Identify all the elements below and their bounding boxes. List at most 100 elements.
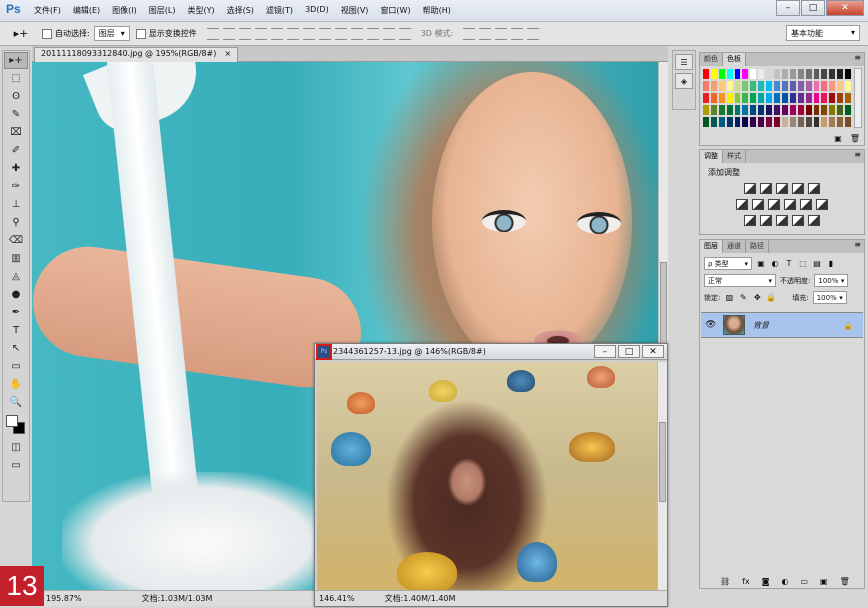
color-swatch[interactable] [773,104,781,116]
filter-smart-icon[interactable]: ▤ [812,259,822,269]
color-swatch[interactable] [836,80,845,92]
color-swatch[interactable] [757,104,766,116]
color-swatch[interactable] [836,68,845,80]
color-swatch[interactable] [788,116,797,128]
color-swatch[interactable] [725,92,734,104]
color-swatch[interactable] [749,104,758,116]
new-swatch-icon[interactable]: ▣ [834,134,842,143]
color-swatch[interactable] [765,80,774,92]
layer-kind-filter[interactable]: ρ 类型 ▾ [704,257,752,270]
color-swatch[interactable] [717,104,726,116]
tool-button[interactable]: T [4,322,28,339]
color-swatch[interactable] [741,80,750,92]
swatch-scrollbar[interactable] [854,68,862,128]
color-swatch[interactable] [757,116,766,128]
color-swatch[interactable] [796,104,805,116]
tool-button[interactable]: ⌧ [4,124,28,141]
color-swatch[interactable] [780,92,789,104]
distribute-left-icon[interactable] [350,27,363,40]
color-swatch[interactable] [709,80,718,92]
align-top-icon[interactable] [206,27,219,40]
color-swatch[interactable] [733,80,742,92]
tool-button[interactable]: ▸+ [4,52,28,69]
distribute-top-icon[interactable] [302,27,315,40]
tool-button[interactable]: ✎ [4,106,28,123]
trash-icon[interactable]: 🗑 [840,577,850,586]
floating-vertical-scrollbar[interactable] [657,362,667,590]
panel-menu-icon[interactable]: ≡ [854,53,861,62]
color-swatch[interactable] [702,80,710,92]
workspace-dropdown[interactable]: 基本功能 ▾ [786,25,860,41]
properties-panel-icon[interactable]: ◈ [675,73,693,89]
color-swatch[interactable] [765,104,774,116]
color-swatch[interactable] [812,68,821,80]
close-button[interactable]: ✕ [642,345,664,358]
color-swatch[interactable] [741,92,750,104]
3d-drag-icon[interactable] [495,27,508,40]
floating-document-titlebar[interactable]: Ps 2344361257-13.jpg @ 146%(RGB/8#) – □ … [315,343,667,360]
color-swatch[interactable] [709,104,718,116]
maximize-button[interactable]: □ [618,345,640,358]
color-swatch[interactable] [733,104,742,116]
menu-item[interactable]: 图像(I) [106,5,143,16]
color-swatch[interactable] [828,92,837,104]
panel-menu-icon[interactable]: ≡ [854,150,861,159]
filter-shape-icon[interactable]: ⬚ [798,259,808,269]
floating-document-canvas[interactable] [317,362,657,590]
align-hcenter-icon[interactable] [270,27,283,40]
color-swatch[interactable] [773,92,781,104]
lock-position-icon[interactable]: ✥ [752,293,762,303]
align-vcenter-icon[interactable] [222,27,235,40]
group-icon[interactable]: ▭ [800,577,808,586]
color-swatch[interactable] [717,116,726,128]
color-swatch[interactable] [812,80,821,92]
tab-close-icon[interactable]: × [224,49,231,61]
color-swatch[interactable] [780,104,789,116]
filter-type-icon[interactable]: T [784,259,794,269]
color-swatch[interactable] [836,92,845,104]
distribute-right-icon[interactable] [382,27,395,40]
menu-item[interactable]: 图层(L) [143,5,182,16]
distribute-hcenter-icon[interactable] [366,27,379,40]
color-swatch[interactable] [812,116,821,128]
color-swatch[interactable] [788,80,797,92]
photo-filter-icon[interactable] [784,199,796,210]
color-swatch[interactable] [788,68,797,80]
scroll-thumb[interactable] [659,422,666,502]
color-swatch[interactable] [788,104,797,116]
lock-pixels-icon[interactable]: ✎ [738,293,748,303]
color-swatch[interactable] [773,116,781,128]
menu-item[interactable]: 类型(Y) [181,5,220,16]
color-swatch[interactable] [820,92,829,104]
color-swatch[interactable] [796,68,805,80]
color-swatch[interactable] [709,116,718,128]
distribute-vcenter-icon[interactable] [318,27,331,40]
color-swatch[interactable] [702,68,710,80]
filter-toggle-icon[interactable]: ▮ [826,259,836,269]
color-swatch[interactable] [844,104,852,116]
tool-button[interactable]: ✚ [4,160,28,177]
lock-all-icon[interactable]: 🔒 [766,293,776,303]
tool-button[interactable]: ✑ [4,178,28,195]
3d-roll-icon[interactable] [479,27,492,40]
menu-item[interactable]: 选择(S) [221,5,260,16]
color-swatch[interactable] [741,68,750,80]
new-layer-icon[interactable]: ▣ [820,577,828,586]
color-swatch[interactable] [820,68,829,80]
color-swatch[interactable] [804,116,813,128]
layer-row[interactable]: 👁 背景 🔒 [701,312,863,338]
color-swatch[interactable] [844,92,852,104]
auto-select-checkbox[interactable] [42,28,52,39]
tool-button[interactable]: ⚲ [4,214,28,231]
lock-transparent-icon[interactable]: ▨ [724,293,734,303]
filter-adjustment-icon[interactable]: ◐ [770,259,780,269]
channel-mixer-icon[interactable] [800,199,812,210]
color-swatch[interactable] [812,92,821,104]
color-swatch[interactable] [757,92,766,104]
tool-button[interactable]: ✋ [4,376,28,393]
color-swatch[interactable] [828,68,837,80]
brightness-icon[interactable] [744,183,756,194]
foreground-color[interactable] [6,415,18,427]
color-swatch[interactable] [804,80,813,92]
layer-name[interactable]: 背景 [753,320,769,331]
